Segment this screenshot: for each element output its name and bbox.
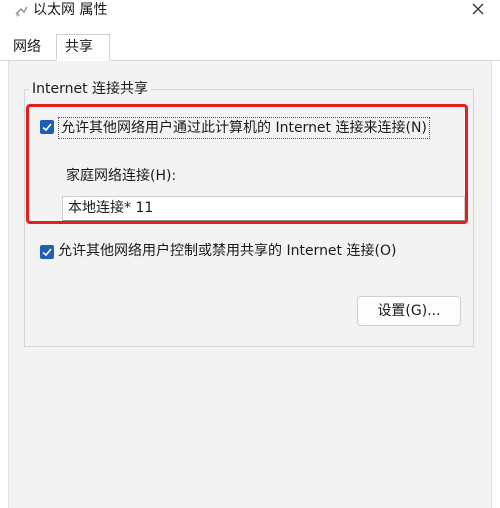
close-icon[interactable]	[467, 0, 489, 20]
group-title: Internet 连接共享	[29, 79, 152, 99]
highlight-annotation-frame	[26, 104, 468, 224]
settings-button[interactable]: 设置(G)...	[357, 296, 461, 326]
title-bar: 以太网 属性	[0, 0, 500, 30]
network-properties-icon	[14, 3, 30, 19]
window-title: 以太网 属性	[33, 2, 108, 18]
allow-control-checkbox[interactable]	[40, 245, 54, 259]
tab-network[interactable]: 网络	[13, 36, 47, 60]
tab-sharing[interactable]: 共享	[56, 34, 110, 61]
checkmark-icon	[42, 248, 52, 257]
allow-control-label[interactable]: 允许其他网络用户控制或禁用共享的 Internet 连接(O)	[58, 242, 396, 260]
